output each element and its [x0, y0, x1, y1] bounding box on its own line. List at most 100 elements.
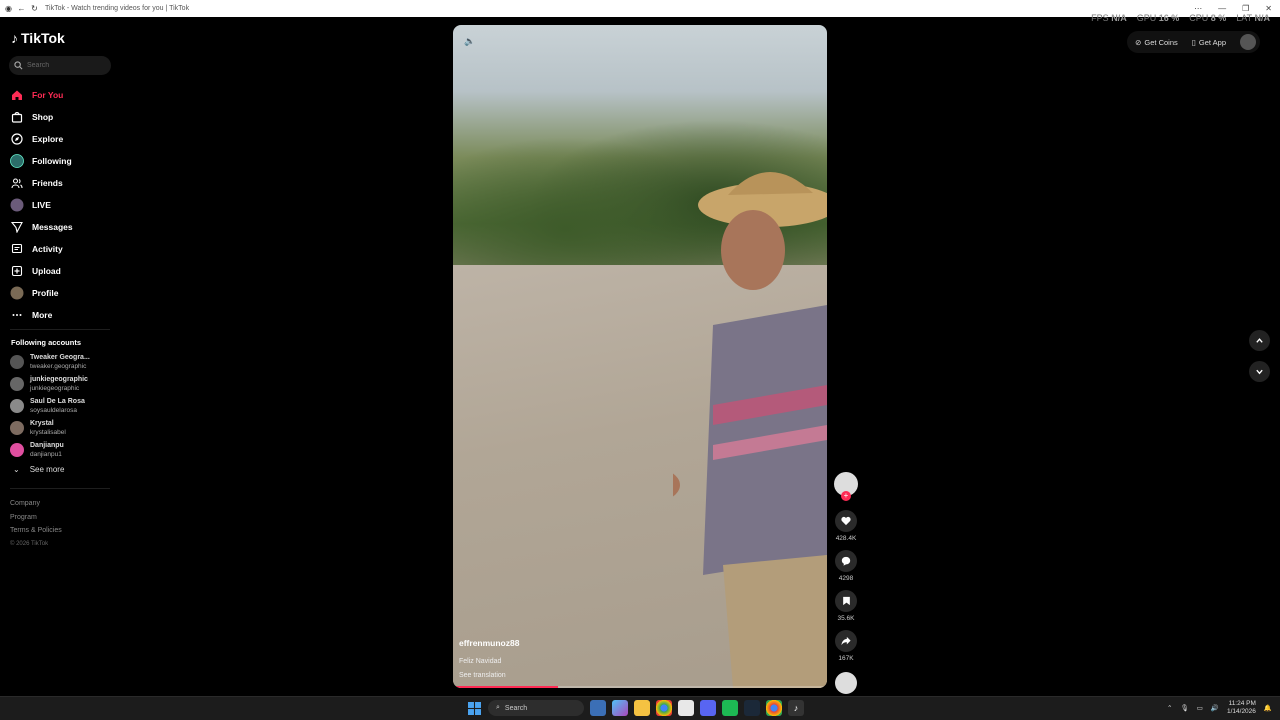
video-author[interactable]: effrenmunoz88	[459, 638, 519, 648]
search-icon: ⌕	[496, 704, 500, 711]
sidebar-item-label: Explore	[32, 134, 64, 144]
sidebar-item-upload[interactable]: Upload	[10, 260, 120, 282]
sidebar-item-more[interactable]: More	[10, 304, 120, 326]
chrome-icon[interactable]	[656, 700, 672, 716]
notepad-icon[interactable]	[590, 700, 606, 716]
user-avatar[interactable]	[1240, 34, 1256, 50]
top-right-actions: ⊘ Get Coins ▯ Get App	[1127, 31, 1260, 53]
microphone-icon[interactable]: 🎙	[1180, 704, 1188, 712]
tiktok-logo[interactable]: ♪ TikTok	[11, 30, 65, 46]
account-handle: junkiegeographic	[30, 385, 80, 392]
tab-title: TikTok - Watch trending videos for you |…	[45, 5, 190, 12]
save-button[interactable]	[835, 590, 857, 612]
video-player[interactable]: 🔈 effrenmunoz88 Feliz Navidad See transl…	[453, 25, 827, 688]
list-item[interactable]: Danjianpu danjianpu1	[10, 439, 120, 461]
chrome-alt-icon[interactable]	[766, 700, 782, 716]
comment-button[interactable]	[835, 550, 857, 572]
close-icon[interactable]: ✕	[1265, 4, 1272, 13]
comment-count: 4298	[838, 575, 854, 582]
network-icon[interactable]: ▭	[1197, 704, 1203, 712]
discord-icon[interactable]	[700, 700, 716, 716]
sidebar-divider	[10, 488, 110, 489]
share-button[interactable]	[835, 630, 857, 652]
mute-icon[interactable]: 🔈	[464, 36, 475, 47]
chevron-down-icon: ⌄	[13, 465, 20, 474]
sidebar-item-profile[interactable]: Profile	[10, 282, 120, 304]
taskbar-apps: ⌕ Search ♪	[466, 700, 804, 716]
store-icon[interactable]	[678, 700, 694, 716]
browser-titlebar: ◉ ← ↻ TikTok - Watch trending videos for…	[0, 0, 1280, 17]
follow-plus-icon[interactable]: +	[841, 491, 851, 501]
search-box[interactable]	[9, 56, 111, 75]
logo-text: TikTok	[21, 30, 65, 46]
windows-taskbar: ⌕ Search ♪ ⌃ 🎙 ▭ 🔊 11:24 PM 1/14/2026 🔔	[0, 696, 1280, 720]
account-handle: tweaker.geographic	[30, 363, 87, 370]
list-item[interactable]: Tweaker Geogra... tweaker.geographic	[10, 351, 120, 373]
clock-date: 1/14/2026	[1226, 708, 1256, 715]
reload-icon[interactable]: ↻	[30, 4, 39, 13]
get-coins-button[interactable]: ⊘ Get Coins	[1131, 36, 1182, 49]
sidebar-item-explore[interactable]: Explore	[10, 128, 120, 150]
list-item[interactable]: Krystal krystalisabel	[10, 417, 120, 439]
copyright: © 2026 TikTok	[10, 540, 49, 547]
account-name: Krystal	[30, 420, 54, 427]
avatar	[10, 421, 24, 435]
music-disc-icon[interactable]	[835, 672, 857, 694]
tiktok-app-icon[interactable]: ♪	[788, 700, 804, 716]
footer-links: Company Program Terms & Policies © 2026 …	[10, 497, 62, 551]
creator-avatar[interactable]: +	[834, 472, 858, 501]
sidebar-item-activity[interactable]: Activity	[10, 238, 120, 260]
start-windows-icon[interactable]	[466, 700, 482, 716]
sidebar-item-label: Following	[32, 156, 72, 166]
chevron-up-icon[interactable]: ⌃	[1167, 704, 1172, 712]
taskbar-search[interactable]: ⌕ Search	[488, 700, 584, 716]
performance-overlay: FPS N/A GPU 16 % CPU 8 % LAT N/A	[1091, 13, 1270, 23]
get-app-button[interactable]: ▯ Get App	[1188, 36, 1230, 49]
video-progress-bar[interactable]	[453, 686, 827, 688]
system-clock[interactable]: 11:24 PM 1/14/2026	[1227, 700, 1256, 716]
sidebar-item-label: Profile	[32, 288, 59, 298]
account-name: Danjianpu	[30, 442, 64, 449]
video-progress-fill	[453, 686, 558, 688]
friends-icon	[10, 176, 24, 190]
shop-icon	[10, 110, 24, 124]
sidebar-item-label: For You	[32, 90, 64, 100]
minimize-icon[interactable]: —	[1218, 4, 1226, 13]
following-avatar-icon	[10, 154, 24, 168]
notifications-icon[interactable]: 🔔	[1264, 704, 1272, 712]
sidebar-item-friends[interactable]: Friends	[10, 172, 120, 194]
list-item[interactable]: junkiegeographic junkiegeographic	[10, 373, 120, 395]
program-link[interactable]: Program	[10, 511, 62, 525]
volume-icon[interactable]: 🔊	[1211, 704, 1219, 712]
sidebar-item-following[interactable]: Following	[10, 150, 120, 172]
menu-dots-icon[interactable]: ⋯	[1194, 4, 1202, 13]
video-description: Feliz Navidad	[459, 658, 502, 665]
account-name: Saul De La Rosa	[30, 398, 85, 405]
steam-icon[interactable]	[744, 700, 760, 716]
search-input[interactable]	[27, 62, 107, 69]
copilot-icon[interactable]	[612, 700, 628, 716]
file-explorer-icon[interactable]	[634, 700, 650, 716]
previous-video-button[interactable]	[1249, 330, 1270, 351]
like-count: 428.4K	[835, 535, 857, 542]
more-icon	[10, 308, 24, 322]
see-more-label: See more	[29, 465, 65, 474]
sidebar-item-messages[interactable]: Messages	[10, 216, 120, 238]
activity-icon	[10, 242, 24, 256]
sidebar-item-live[interactable]: LIVE	[10, 194, 120, 216]
terms-link[interactable]: Terms & Policies	[10, 524, 62, 538]
see-more-button[interactable]: ⌄ See more	[13, 465, 64, 474]
video-frame-subject	[673, 171, 827, 688]
like-button[interactable]	[835, 510, 857, 532]
restore-icon[interactable]: ❐	[1242, 4, 1249, 13]
sidebar-item-for-you[interactable]: For You	[10, 84, 120, 106]
back-icon[interactable]: ←	[17, 4, 26, 13]
company-link[interactable]: Company	[10, 497, 62, 511]
spotify-icon[interactable]	[722, 700, 738, 716]
account-handle: krystalisabel	[30, 429, 66, 436]
see-translation-link[interactable]: See translation	[459, 672, 506, 679]
tiktok-note-icon: ♪	[11, 30, 18, 46]
next-video-button[interactable]	[1249, 361, 1270, 382]
list-item[interactable]: Saul De La Rosa soysauldelarosa	[10, 395, 120, 417]
sidebar-item-shop[interactable]: Shop	[10, 106, 120, 128]
